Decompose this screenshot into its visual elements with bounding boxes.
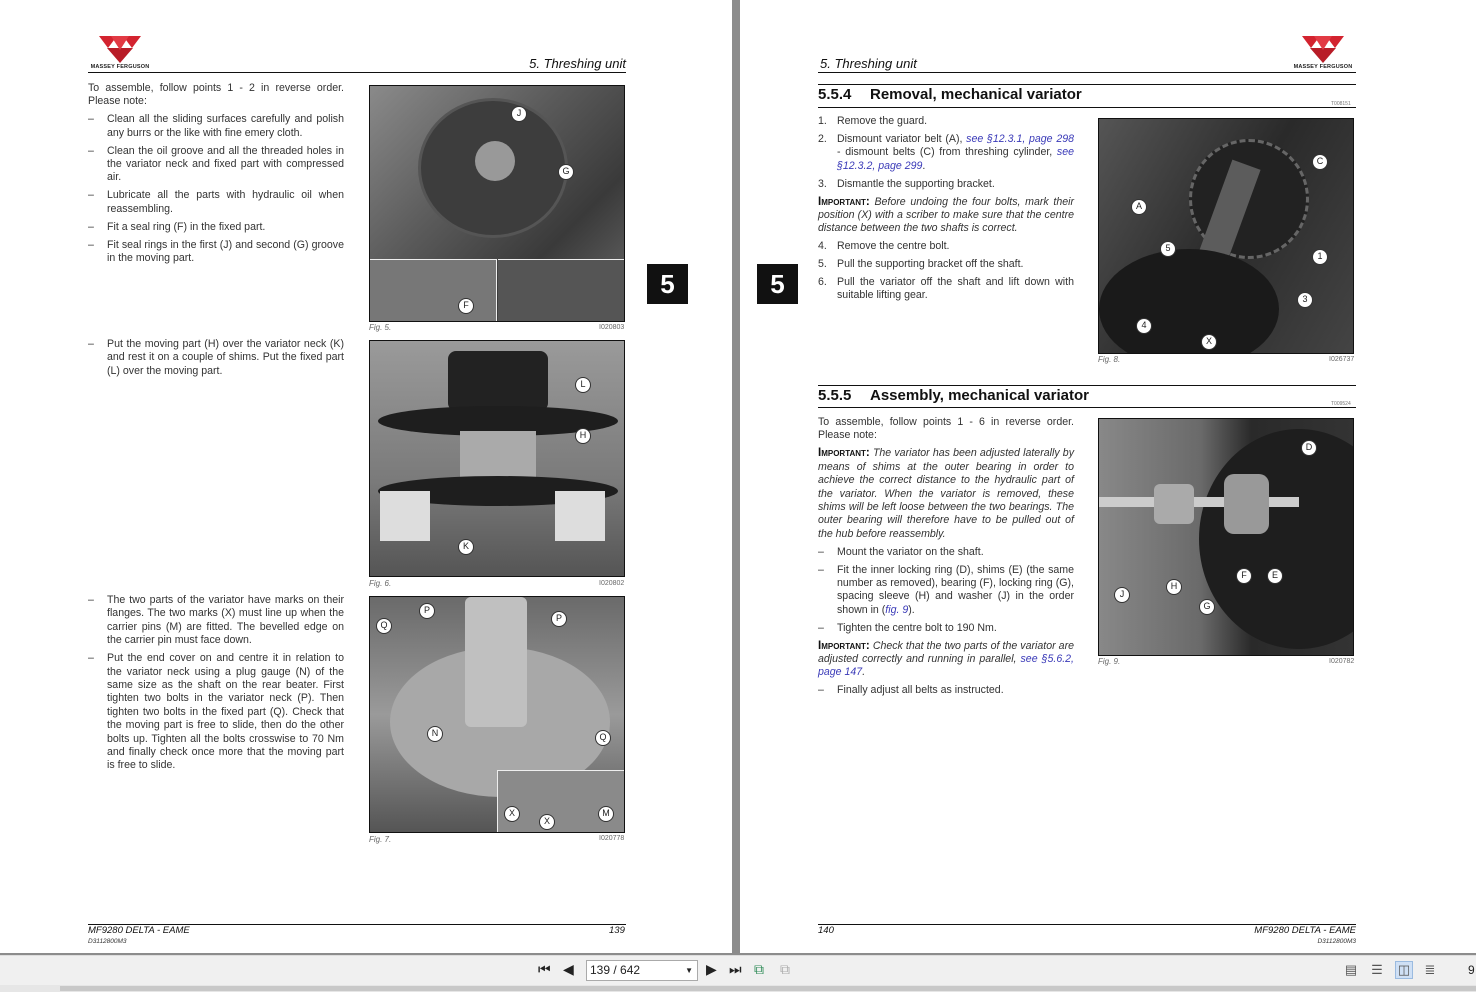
callout-g: G (558, 164, 574, 180)
horizontal-scrollbar[interactable] (0, 985, 1476, 992)
callout-n: N (427, 726, 443, 742)
facing-pages-view-icon[interactable]: ◫ (1395, 961, 1413, 979)
callout-x: X (539, 814, 555, 830)
text-block-3: – The two parts of the variator have mark… (88, 594, 344, 777)
continuous-view-icon[interactable]: ☰ (1368, 961, 1386, 979)
topic-code: T009524 (1331, 401, 1351, 407)
bullet-item: – Lubricate all the parts with hydraulic … (88, 189, 344, 215)
callout-k: K (458, 539, 474, 555)
figure-caption: Fig. 9. (1098, 657, 1121, 666)
bullet-item: – Fit a seal ring (F) in the fixed part. (88, 220, 266, 233)
figure-7-photo: P P Q N Q X X M (369, 596, 625, 833)
bullet-item: – Put the moving part (H) over the variat… (88, 338, 344, 377)
callout-c: C (1312, 154, 1328, 170)
important-note: Important: The variator has been adjuste… (818, 447, 1074, 540)
callout-m: M (598, 806, 614, 822)
zoom-level[interactable]: 9 (1468, 963, 1475, 977)
figure-caption: Fig. 7. (369, 835, 392, 844)
removal-steps: 1. Remove the guard. 2. Dismount variator … (818, 115, 1074, 302)
footer-doc-code: D3112800M3 (88, 938, 127, 945)
page-number: 139 (609, 925, 625, 936)
bullet-item: – The two parts of the variator have mark… (88, 594, 344, 647)
text-block-1: To assemble, follow points 1 - 2 in reve… (88, 82, 344, 264)
figure-8-photo: C A 5 1 3 4 X (1098, 118, 1354, 354)
callout-p: P (551, 611, 567, 627)
left-page: MASSEY FERGUSON 5. Threshing unit To ass… (0, 0, 732, 953)
callout-e: E (1267, 568, 1283, 584)
right-page: MASSEY FERGUSON 5. Threshing unit 5.5.4 R… (740, 0, 1476, 953)
bullet-item: – Fit seal rings in the first (J) and sec… (88, 238, 344, 264)
next-view-icon[interactable]: ⧉ (780, 961, 790, 978)
figure-id: I020782 (1329, 658, 1355, 665)
callout-h: H (575, 428, 591, 444)
figure-id: I020802 (599, 580, 625, 587)
callout-q: Q (376, 618, 392, 634)
book-view-icon[interactable]: ≣ (1421, 961, 1439, 979)
last-page-icon[interactable]: ⏭ (729, 961, 742, 978)
bullet-item: – Clean the oil groove and all the thread… (88, 144, 344, 184)
figure-id: I020778 (599, 835, 625, 842)
section-heading-5-5-4: 5.5.4 Removal, mechanical variator (818, 86, 1082, 103)
previous-page-icon[interactable]: ◀ (563, 961, 574, 978)
callout-1: 1 (1312, 249, 1328, 265)
chapter-tab: 5 (757, 264, 798, 304)
callout-x: X (1201, 334, 1217, 350)
page-header: 5. Threshing unit (820, 56, 917, 71)
page-number: 140 (818, 925, 834, 936)
callout-f: F (1236, 568, 1252, 584)
important-note: Important: Before undoing the four bolts… (818, 195, 1074, 235)
callout-h: H (1166, 579, 1182, 595)
figure-9-photo: D F E J H G (1098, 418, 1354, 656)
text-block-2: – Put the moving part (H) over the variat… (88, 338, 344, 383)
figure-id: I020803 (599, 324, 625, 331)
callout-5: 5 (1160, 241, 1176, 257)
callout-g: G (1199, 599, 1215, 615)
footer-doc-code: D3112800M3 (1317, 938, 1356, 945)
callout-a: A (1131, 199, 1147, 215)
topic-code: T008151 (1331, 101, 1351, 107)
pdf-toolbar: ⏮ ◀ 139 / 642 ▼ ▶ ⏭ ⧉ ⧉ ▤ ☰ ◫ ≣ 9 (0, 955, 1476, 985)
section-heading-5-5-5: 5.5.5 Assembly, mechanical variator (818, 387, 1089, 404)
next-page-icon[interactable]: ▶ (706, 961, 717, 978)
figure-caption: Fig. 5. (369, 323, 392, 332)
first-page-icon[interactable]: ⏮ (538, 961, 551, 978)
figure-id: I026737 (1329, 356, 1355, 363)
bullet-item: – Put the end cover on and centre it in r… (88, 652, 344, 772)
single-page-view-icon[interactable]: ▤ (1342, 961, 1360, 979)
callout-3: 3 (1297, 292, 1313, 308)
page-header: 5. Threshing unit (529, 56, 626, 71)
callout-4: 4 (1136, 318, 1152, 334)
callout-x: X (504, 806, 520, 822)
callout-l: L (575, 377, 591, 393)
link-12-3-1[interactable]: see §12.3.1, page 298 (966, 133, 1074, 145)
figure-5-photo: J G F (369, 85, 625, 322)
footer-model: MF9280 DELTA - EAME (1254, 925, 1356, 936)
callout-d: D (1301, 440, 1317, 456)
footer-model: MF9280 DELTA - EAME (88, 925, 190, 936)
bullet-item: – Clean all the sliding surfaces carefull… (88, 113, 344, 139)
link-fig-9[interactable]: fig. 9 (885, 604, 908, 616)
callout-j: J (511, 106, 527, 122)
figure-6-photo: L H K (369, 340, 625, 577)
massey-ferguson-logo: MASSEY FERGUSON (1293, 34, 1353, 70)
page-number-input[interactable]: 139 / 642 ▼ (586, 960, 698, 981)
callout-p: P (419, 603, 435, 619)
chapter-tab: 5 (647, 264, 688, 304)
previous-view-icon[interactable]: ⧉ (754, 961, 764, 978)
massey-ferguson-logo: MASSEY FERGUSON (90, 34, 150, 70)
callout-j: J (1114, 587, 1130, 603)
callout-f: F (458, 298, 474, 314)
figure-caption: Fig. 8. (1098, 355, 1121, 364)
scrollbar-thumb[interactable] (60, 986, 1476, 991)
chevron-down-icon[interactable]: ▼ (685, 961, 693, 980)
important-note-2: Important: Check that the two parts of t… (818, 639, 1074, 679)
assembly-text: To assemble, follow points 1 - 6 in reve… (818, 416, 1074, 697)
figure-caption: Fig. 6. (369, 579, 392, 588)
callout-q: Q (595, 730, 611, 746)
